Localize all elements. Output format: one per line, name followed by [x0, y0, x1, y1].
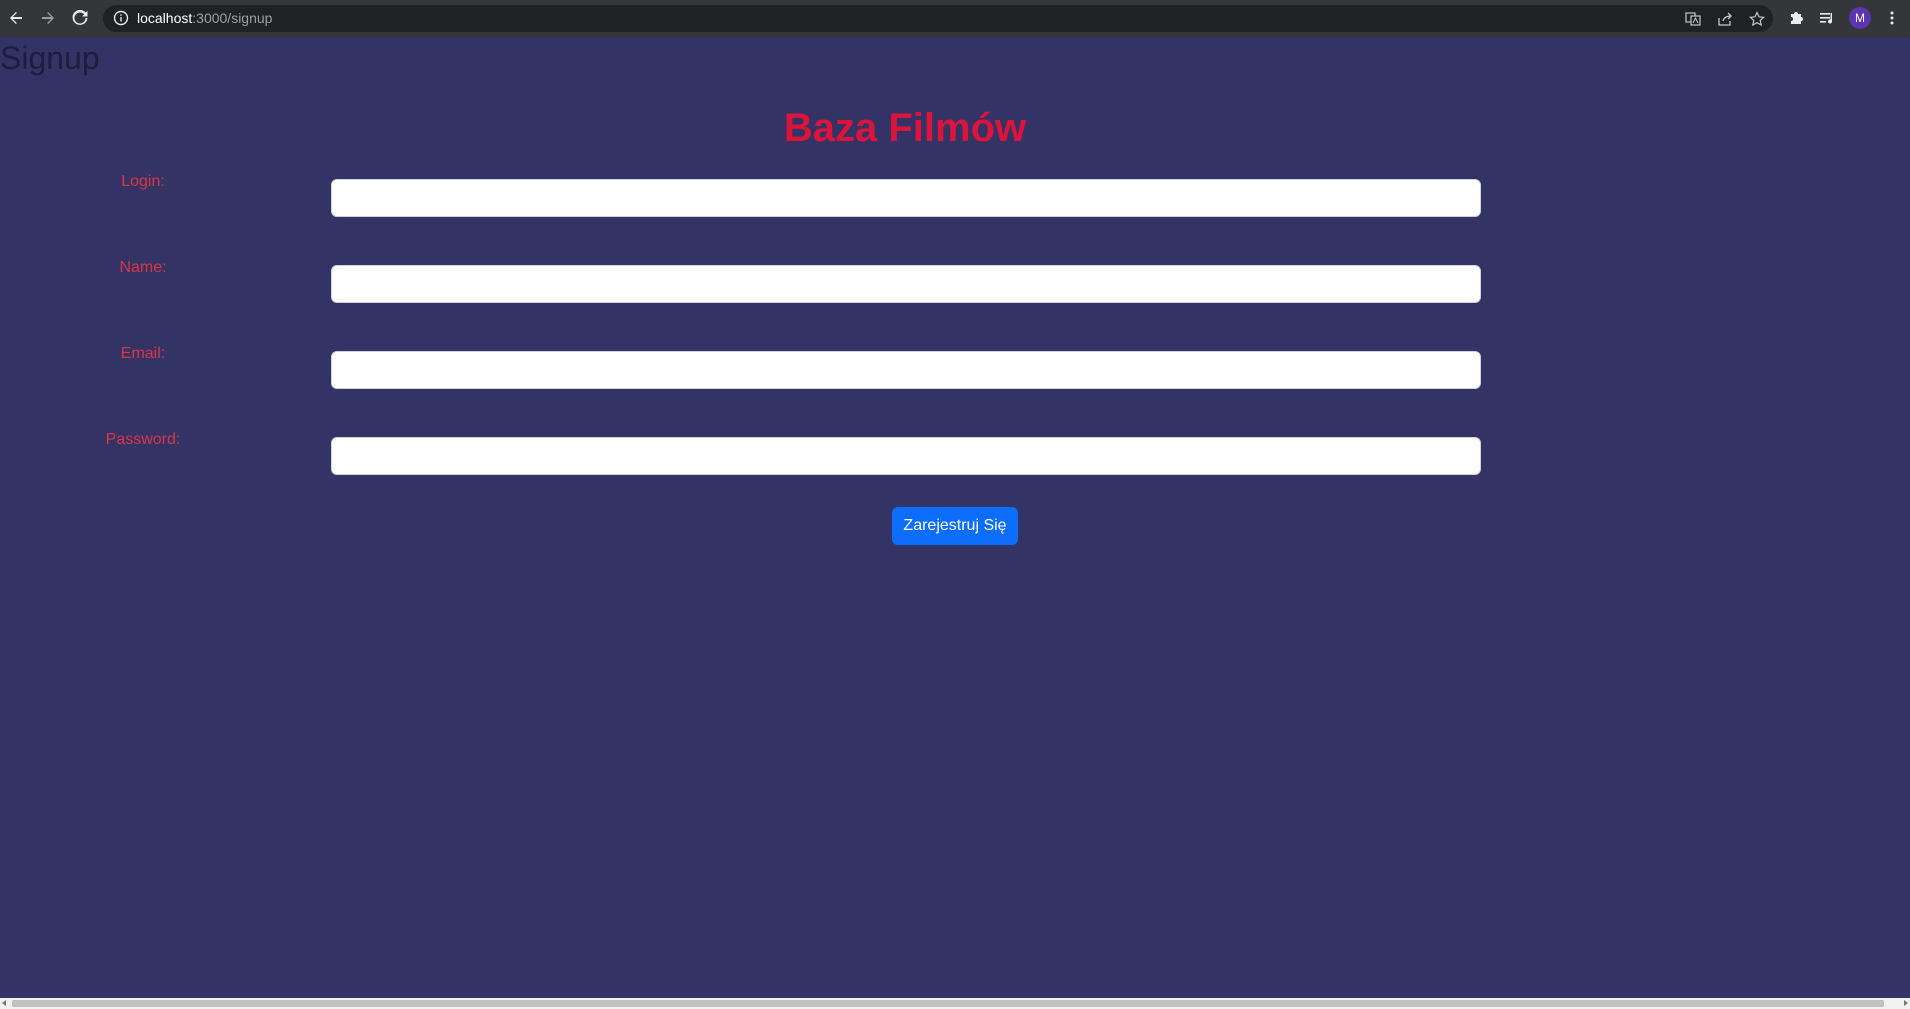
puzzle-icon[interactable]: [1785, 7, 1807, 29]
kebab-menu-icon[interactable]: [1881, 7, 1903, 29]
scrollbar-thumb[interactable]: [12, 1000, 1884, 1007]
browser-toolbar: localhost:3000/signup M: [0, 0, 1910, 37]
password-input[interactable]: [331, 437, 1481, 475]
login-input[interactable]: [331, 179, 1481, 217]
address-bar[interactable]: localhost:3000/signup: [103, 5, 1773, 32]
media-queue-icon[interactable]: [1817, 7, 1839, 29]
back-arrow-icon[interactable]: [4, 6, 28, 30]
reload-icon[interactable]: [68, 6, 92, 30]
password-label: Password:: [105, 431, 181, 448]
translate-icon[interactable]: [1683, 10, 1703, 28]
info-icon[interactable]: [113, 10, 129, 26]
brand-title: Baza Filmów: [783, 106, 1027, 150]
login-label: Login:: [121, 173, 165, 190]
signup-button[interactable]: Zarejestruj Się: [892, 507, 1018, 545]
star-icon[interactable]: [1747, 10, 1767, 28]
name-input[interactable]: [331, 265, 1481, 303]
url-path: :3000/signup: [192, 10, 273, 26]
scroll-left-icon[interactable]: [2, 1000, 6, 1006]
avatar[interactable]: M: [1849, 7, 1871, 29]
url-host: localhost: [137, 10, 193, 26]
share-icon[interactable]: [1715, 10, 1735, 28]
email-label: Email:: [120, 345, 166, 362]
name-label: Name:: [119, 259, 167, 276]
forward-arrow-icon[interactable]: [36, 6, 60, 30]
scroll-right-icon[interactable]: [1904, 1000, 1908, 1006]
horizontal-scrollbar[interactable]: [0, 998, 1910, 1009]
url-text: localhost:3000/signup: [137, 10, 272, 26]
page-title: Signup: [0, 40, 100, 76]
email-input[interactable]: [331, 351, 1481, 389]
